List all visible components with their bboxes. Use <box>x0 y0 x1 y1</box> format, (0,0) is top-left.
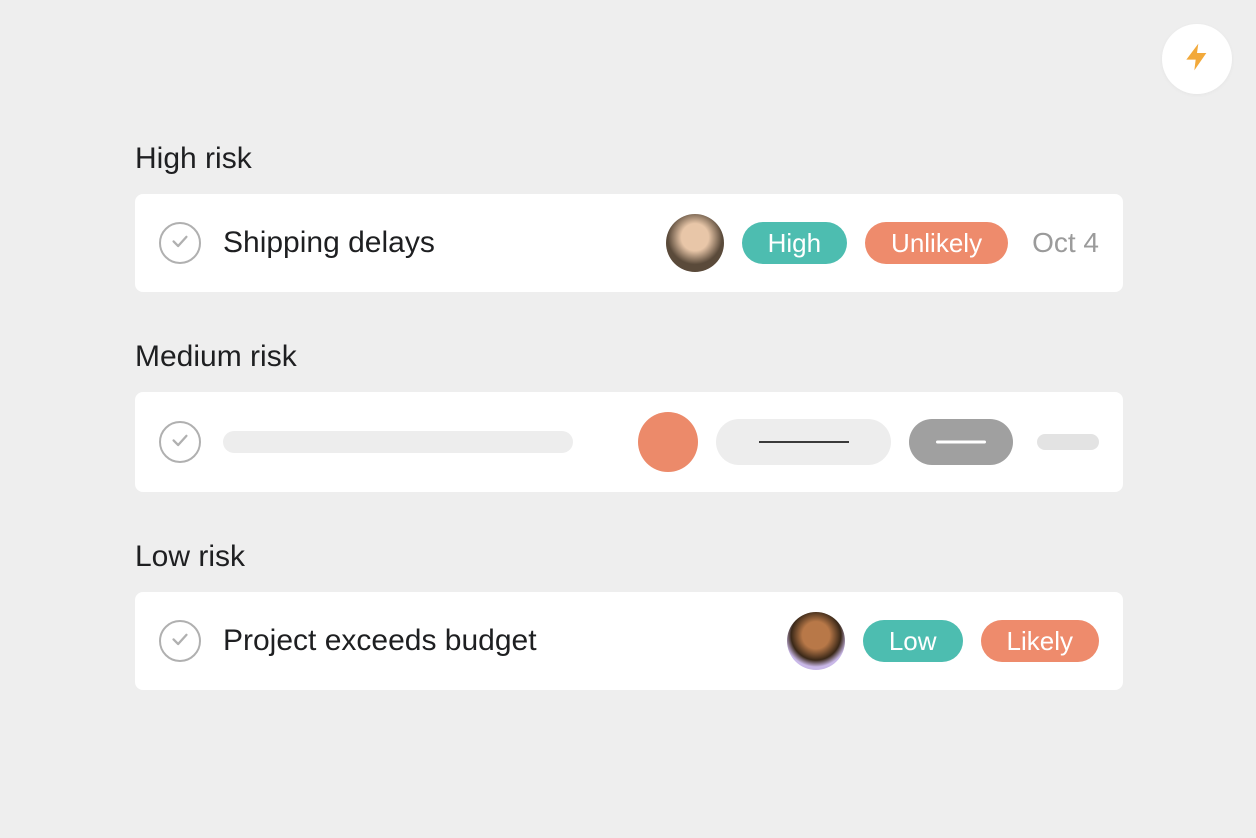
complete-checkbox[interactable] <box>159 620 201 662</box>
complete-checkbox[interactable] <box>159 421 201 463</box>
task-title-placeholder <box>223 431 573 453</box>
likelihood-pill[interactable]: Unlikely <box>865 222 1008 264</box>
due-date[interactable]: Oct 4 <box>1032 227 1099 259</box>
section-medium-risk: Medium risk <box>135 340 1123 492</box>
assignee-avatar[interactable] <box>666 214 724 272</box>
likelihood-pill[interactable]: Likely <box>981 620 1099 662</box>
lightning-icon <box>1181 41 1213 78</box>
automation-fab[interactable] <box>1162 24 1232 94</box>
assignee-placeholder <box>638 412 698 472</box>
task-row[interactable]: Project exceeds budget Low Likely <box>135 592 1123 690</box>
task-row-placeholder[interactable] <box>135 392 1123 492</box>
section-header: Medium risk <box>135 340 1123 374</box>
task-title[interactable]: Shipping delays <box>223 226 666 260</box>
section-header: High risk <box>135 142 1123 176</box>
checkmark-icon <box>169 429 191 456</box>
priority-pill[interactable]: Low <box>863 620 963 662</box>
date-placeholder <box>1037 434 1099 450</box>
task-row[interactable]: Shipping delays High Unlikely Oct 4 <box>135 194 1123 292</box>
section-high-risk: High risk Shipping delays High Unlikely … <box>135 142 1123 292</box>
section-low-risk: Low risk Project exceeds budget Low Like… <box>135 540 1123 690</box>
likelihood-placeholder <box>909 419 1013 465</box>
checkmark-icon <box>169 628 191 655</box>
section-header: Low risk <box>135 540 1123 574</box>
priority-pill[interactable]: High <box>742 222 847 264</box>
priority-placeholder <box>716 419 891 465</box>
task-title[interactable]: Project exceeds budget <box>223 624 787 658</box>
checkmark-icon <box>169 230 191 257</box>
complete-checkbox[interactable] <box>159 222 201 264</box>
assignee-avatar[interactable] <box>787 612 845 670</box>
